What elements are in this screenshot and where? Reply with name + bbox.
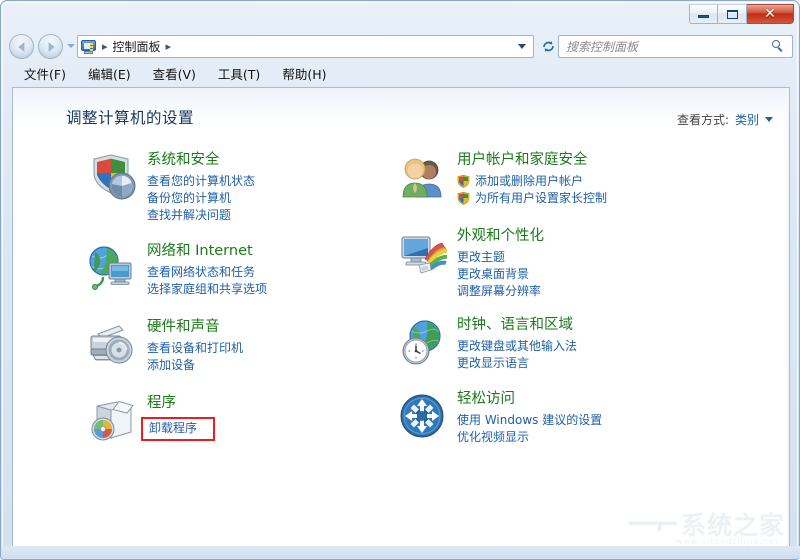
menu-item-edit[interactable]: 编辑(E): [88, 69, 131, 82]
breadcrumb-separator-trailing[interactable]: ▸: [166, 41, 172, 52]
link-add-device[interactable]: 添加设备: [147, 357, 389, 374]
category-network-and-internet[interactable]: 网络和 Internet 查看网络状态和任务 选择家庭组和共享选项: [89, 242, 389, 298]
uninstall-program-highlight: 卸载程序: [141, 417, 216, 441]
clock-globe-icon: [399, 318, 447, 366]
link-find-fix-problems[interactable]: 查找并解决问题: [147, 207, 389, 224]
menu-item-tools[interactable]: 工具(T): [218, 69, 260, 82]
link-change-display-language[interactable]: 更改显示语言: [457, 355, 729, 372]
search-icon: [772, 40, 785, 53]
user-accounts-icon: [399, 153, 447, 201]
navigation-bar: ▸ 控制面板 ▸: [1, 32, 800, 62]
refresh-button[interactable]: [540, 38, 557, 55]
forward-arrow-icon: [48, 41, 55, 52]
search-input[interactable]: [564, 38, 772, 55]
appearance-monitor-icon: [399, 229, 448, 277]
menu-item-view[interactable]: 查看(V): [153, 69, 196, 82]
maximize-icon: [726, 9, 738, 19]
page-title: 调整计算机的设置: [66, 109, 195, 127]
link-text: 添加或删除用户帐户: [475, 174, 584, 188]
menu-item-help[interactable]: 帮助(H): [282, 69, 326, 82]
menu-item-file[interactable]: 文件(F): [24, 69, 66, 82]
chevron-down-icon[interactable]: [765, 117, 773, 122]
category-ease-of-access[interactable]: 轻松访问 使用 Windows 建议的设置 优化视频显示: [399, 390, 729, 446]
link-optimize-visual-display[interactable]: 优化视频显示: [457, 429, 729, 446]
close-button[interactable]: ✕: [747, 4, 794, 24]
category-appearance-personalization[interactable]: 外观和个性化 更改主题 更改桌面背景 调整屏幕分辨率: [399, 227, 729, 300]
control-panel-window: ✕ ▸ 控制面板 ▸ 搜索控制面板 文件(F) 编辑(E) 查看(V) 工具(T…: [0, 0, 800, 560]
category-programs[interactable]: 程序 卸载程序: [89, 394, 389, 450]
link-change-theme[interactable]: 更改主题: [457, 249, 729, 266]
minimize-icon: [698, 15, 709, 18]
link-text: 为所有用户设置家长控制: [475, 191, 608, 205]
category-title[interactable]: 时钟、语言和区域: [457, 316, 729, 335]
view-by-value[interactable]: 类别: [735, 111, 759, 128]
address-bar[interactable]: ▸ 控制面板 ▸: [77, 35, 534, 58]
breadcrumb-separator-leading: ▸: [102, 40, 108, 53]
content-right-edge: [787, 88, 789, 547]
network-globe-icon: [89, 244, 137, 292]
menu-bar: 文件(F) 编辑(E) 查看(V) 工具(T) 帮助(H): [2, 64, 800, 87]
security-shield-icon: [89, 153, 137, 201]
link-view-devices-printers[interactable]: 查看设备和打印机: [147, 340, 389, 357]
recent-pages-dropdown-icon[interactable]: [67, 44, 75, 48]
category-hardware-and-sound[interactable]: 硬件和声音 查看设备和打印机 添加设备: [89, 318, 389, 374]
back-button[interactable]: [9, 34, 34, 59]
link-homegroup-sharing[interactable]: 选择家庭组和共享选项: [147, 281, 389, 298]
view-by-control[interactable]: 查看方式: 类别: [677, 111, 773, 128]
search-box[interactable]: [558, 35, 793, 58]
uac-shield-icon: [457, 175, 470, 188]
category-title[interactable]: 轻松访问: [457, 390, 729, 409]
address-dropdown-icon[interactable]: [518, 44, 526, 49]
link-add-remove-user-accounts[interactable]: 添加或删除用户帐户: [457, 173, 729, 190]
link-adjust-screen-resolution[interactable]: 调整屏幕分辨率: [457, 283, 729, 300]
forward-button[interactable]: [38, 34, 63, 59]
category-system-and-security[interactable]: 系统和安全 查看您的计算机状态 备份您的计算机 查找并解决问题: [89, 151, 389, 224]
category-title[interactable]: 硬件和声音: [147, 318, 389, 337]
control-panel-icon: [81, 39, 97, 55]
category-title[interactable]: 外观和个性化: [457, 227, 729, 246]
category-title[interactable]: 网络和 Internet: [147, 242, 389, 261]
link-parental-controls[interactable]: 为所有用户设置家长控制: [457, 190, 729, 207]
breadcrumb-control-panel[interactable]: 控制面板: [113, 41, 161, 53]
category-title[interactable]: 用户帐户和家庭安全: [457, 151, 729, 170]
link-change-keyboard-input[interactable]: 更改键盘或其他输入法: [457, 338, 729, 355]
minimize-button[interactable]: [689, 4, 718, 24]
category-clock-language-region[interactable]: 时钟、语言和区域 更改键盘或其他输入法 更改显示语言: [399, 316, 729, 372]
link-use-windows-suggested-settings[interactable]: 使用 Windows 建议的设置: [457, 412, 729, 429]
caption-button-group: ✕: [689, 4, 794, 25]
uac-shield-icon: [457, 192, 470, 205]
category-title[interactable]: 程序: [147, 394, 389, 413]
back-arrow-icon: [17, 41, 24, 52]
left-category-column: 系统和安全 查看您的计算机状态 备份您的计算机 查找并解决问题 网络和 Inte…: [89, 151, 389, 468]
maximize-button[interactable]: [718, 4, 747, 24]
programs-box-icon: [89, 396, 137, 444]
window-bottom-strip: [2, 546, 800, 558]
right-category-column: 用户帐户和家庭安全 添加或删除用户帐户 为所有用户设置家长控制 外观和个性化 更…: [399, 151, 729, 464]
ease-of-access-icon: [399, 392, 447, 440]
category-title[interactable]: 系统和安全: [147, 151, 389, 170]
close-icon: ✕: [764, 6, 776, 22]
link-change-desktop-background[interactable]: 更改桌面背景: [457, 266, 729, 283]
title-bar: ✕: [1, 1, 800, 29]
link-backup-computer[interactable]: 备份您的计算机: [147, 190, 389, 207]
link-view-computer-status[interactable]: 查看您的计算机状态: [147, 173, 389, 190]
link-uninstall-program[interactable]: 卸载程序: [149, 421, 197, 436]
category-user-accounts-family-safety[interactable]: 用户帐户和家庭安全 添加或删除用户帐户 为所有用户设置家长控制: [399, 151, 729, 207]
link-view-network-status[interactable]: 查看网络状态和任务: [147, 264, 389, 281]
refresh-icon: [543, 41, 554, 52]
view-by-label: 查看方式:: [676, 113, 729, 127]
printer-hardware-icon: [89, 320, 137, 368]
